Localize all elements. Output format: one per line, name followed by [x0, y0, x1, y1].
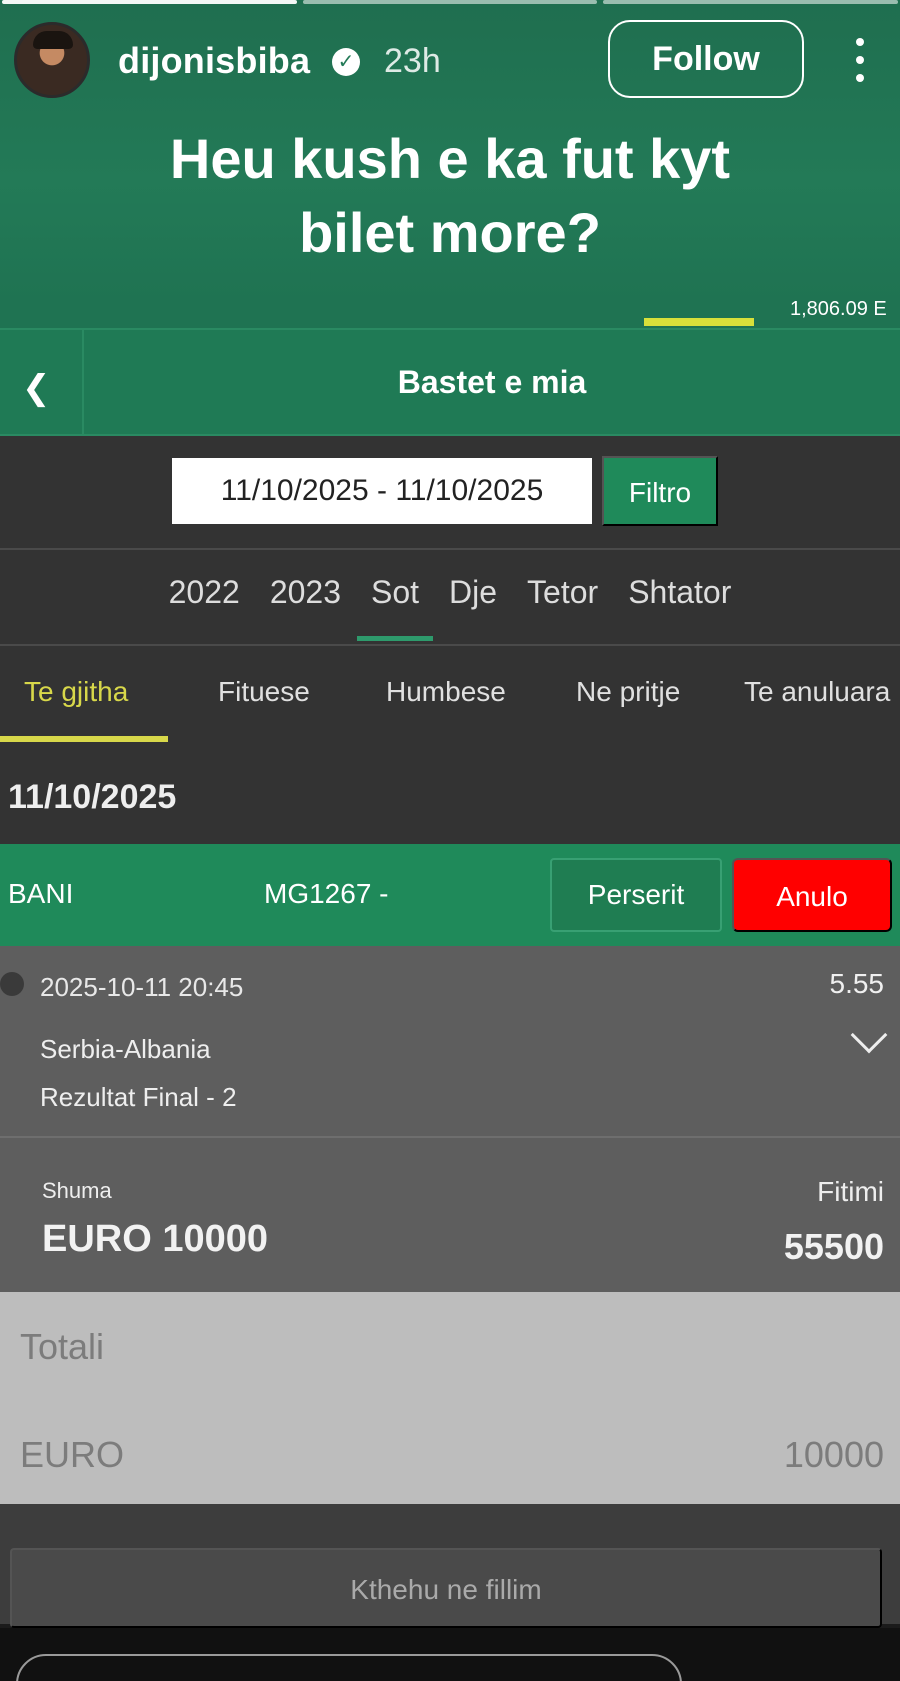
tab-period[interactable]: 2022: [169, 574, 240, 641]
totals-panel: [0, 1292, 900, 1504]
story-progress: [0, 0, 900, 4]
cancel-button[interactable]: Anulo: [732, 858, 892, 932]
bet-odds: 5.55: [829, 968, 885, 999]
verified-badge-icon: ✓: [332, 48, 360, 76]
match-name: Serbia-Albania: [40, 1034, 211, 1064]
divider: [0, 1136, 900, 1138]
bet-card-header: BANI MG1267 - Perserit Anulo: [0, 844, 900, 946]
period-tabs: 2022 2023 Sot Dje Tetor Shtator: [0, 574, 900, 641]
balance-strip: [0, 300, 900, 328]
more-options-icon[interactable]: [848, 38, 872, 82]
tab-period[interactable]: 2023: [270, 574, 341, 641]
status-tabs: Te gjitha Fituese Humbese Ne pritje Te a…: [0, 676, 900, 742]
divider: [0, 644, 900, 646]
bet-user: BANI: [8, 878, 74, 909]
win-value: 55500: [783, 1226, 884, 1267]
story-username[interactable]: dijonisbiba: [118, 40, 310, 82]
tab-all[interactable]: Te gjitha: [24, 676, 128, 708]
story-progress-segment: [2, 0, 297, 4]
follow-button[interactable]: Follow: [608, 20, 804, 98]
bet-market: Rezultat Final - 2: [40, 1082, 237, 1112]
totals-title: Totali: [20, 1326, 105, 1367]
story-progress-segment: [302, 0, 598, 4]
tab-winning[interactable]: Fituese: [218, 676, 310, 708]
divider: [0, 548, 900, 550]
page-title: Bastet e mia: [397, 364, 587, 400]
story-progress-segment: [603, 0, 899, 4]
stake-label: Shuma: [42, 1178, 112, 1203]
chevron-left-icon: ❮: [22, 369, 51, 407]
back-button[interactable]: ❮: [0, 330, 84, 434]
totals-currency: EURO: [20, 1434, 125, 1475]
tab-cancelled[interactable]: Te anuluara: [744, 676, 890, 708]
repeat-button[interactable]: Perserit: [550, 858, 722, 932]
status-dot-icon: [0, 972, 24, 996]
tab-period-active[interactable]: Sot: [356, 574, 434, 641]
section-date: 11/10/2025: [8, 778, 177, 816]
tab-period[interactable]: Dje: [449, 574, 497, 641]
active-tab-indicator: [0, 736, 168, 742]
caption-line: bilet more?: [299, 201, 601, 264]
filter-button[interactable]: Filtro: [602, 456, 718, 526]
win-label: Fitimi: [817, 1176, 884, 1207]
app-header: ❮ Bastet e mia: [0, 328, 900, 436]
tab-pending[interactable]: Ne pritje: [576, 676, 680, 708]
stake-value: EURO 10000: [42, 1218, 269, 1260]
balance-value: 1,806.09 E: [790, 298, 887, 320]
bet-code: MG1267 -: [264, 878, 389, 909]
back-to-start-button[interactable]: Kthehu ne fillim: [10, 1548, 882, 1628]
caption-line: Heu kush e ka fut kyt: [169, 127, 731, 190]
tab-losing[interactable]: Humbese: [386, 676, 506, 708]
avatar[interactable]: [14, 22, 90, 98]
reply-input[interactable]: [16, 1654, 682, 1681]
story-caption: Heu kush e ka fut kyt bilet more?: [0, 122, 900, 270]
tab-period[interactable]: Shtator: [628, 574, 731, 641]
story-time-ago: 23h: [384, 42, 441, 80]
date-range-input[interactable]: [172, 458, 592, 524]
match-datetime: 2025-10-11 20:45: [40, 972, 244, 1002]
totals-amount: 10000: [783, 1434, 884, 1475]
tab-period[interactable]: Tetor: [527, 574, 598, 641]
balance-indicator: [644, 318, 754, 326]
